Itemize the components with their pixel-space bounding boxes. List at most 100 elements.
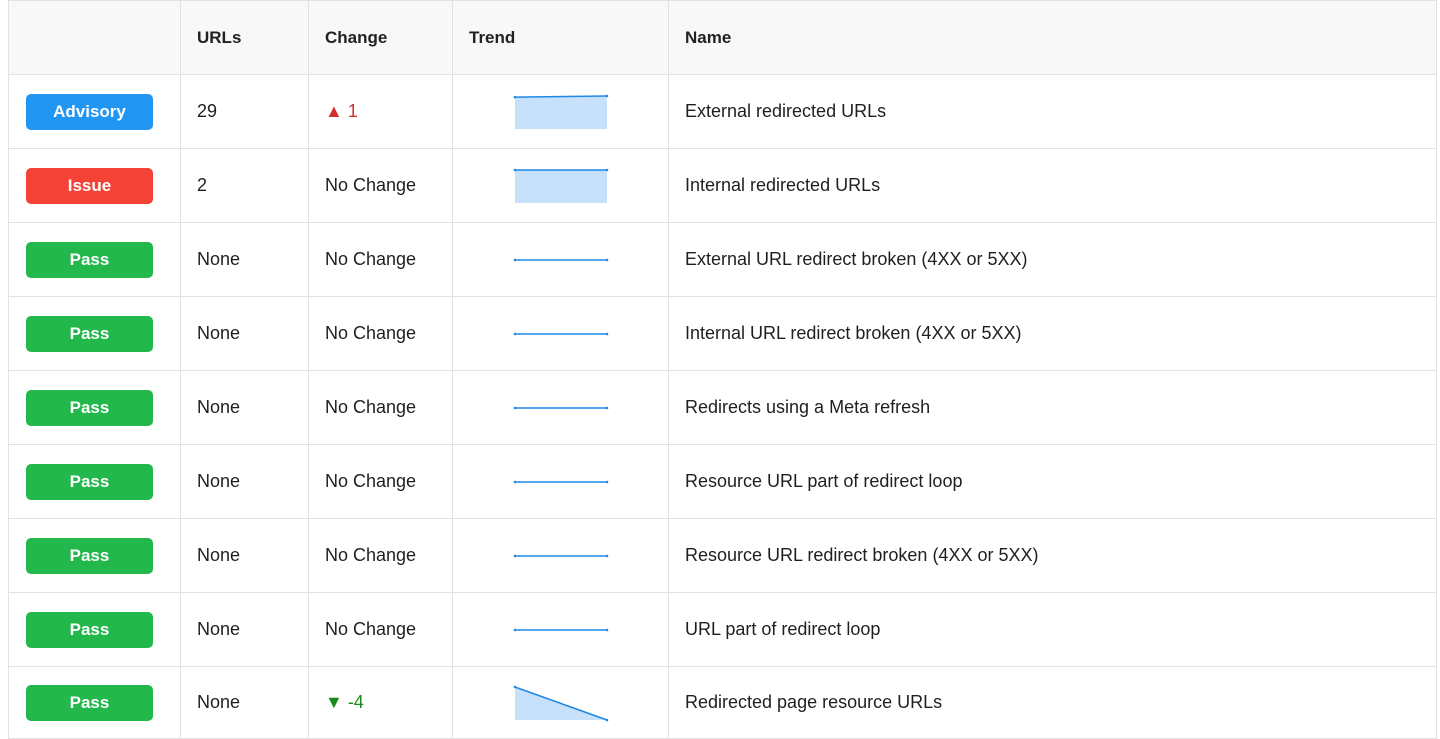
issue-name[interactable]: Resource URL part of redirect loop xyxy=(668,444,1437,519)
table-row[interactable]: Advisory 29 ▲ 1 External redirected URLs xyxy=(8,74,1437,149)
change-value: No Change xyxy=(308,296,453,371)
trend-point xyxy=(513,95,517,98)
urls-count: None xyxy=(180,222,309,297)
trend-cell xyxy=(452,74,669,149)
status-cell: Pass xyxy=(8,370,181,445)
status-badge-advisory[interactable]: Advisory xyxy=(26,93,153,130)
issue-name[interactable]: URL part of redirect loop xyxy=(668,592,1437,667)
trend-sparkline xyxy=(513,168,609,203)
urls-count: 2 xyxy=(180,148,309,223)
change-value: No Change xyxy=(308,518,453,593)
trend-point xyxy=(513,480,517,483)
status-badge-issue[interactable]: Issue xyxy=(26,167,153,204)
change-value: No Change xyxy=(308,444,453,519)
trend-point xyxy=(513,685,517,688)
table-row[interactable]: Pass None No Change URL part of redirect lo… xyxy=(8,592,1437,667)
urls-count: None xyxy=(180,518,309,593)
change-value: No Change xyxy=(308,370,453,445)
table-row[interactable]: Issue 2 No Change Internal redirected URLs xyxy=(8,148,1437,223)
trend-sparkline xyxy=(513,258,609,261)
trend-point xyxy=(605,628,609,631)
status-badge-pass[interactable]: Pass xyxy=(26,315,153,352)
status-badge-pass[interactable]: Pass xyxy=(26,241,153,278)
table-row[interactable]: Pass None No Change Resource URL redirect b… xyxy=(8,518,1437,593)
header-change[interactable]: Change xyxy=(308,0,453,75)
status-badge-pass[interactable]: Pass xyxy=(26,611,153,648)
trend-area xyxy=(515,95,607,129)
trend-point xyxy=(513,168,517,171)
trend-sparkline xyxy=(513,406,609,409)
status-cell: Issue xyxy=(8,148,181,223)
redirect-issues-table: URLs Change Trend Name Advisory 29 ▲ 1 Exte… xyxy=(8,0,1437,739)
issue-name[interactable]: External URL redirect broken (4XX or 5XX… xyxy=(668,222,1437,297)
table-row[interactable]: Pass None No Change External URL redirect b… xyxy=(8,222,1437,297)
urls-count: None xyxy=(180,296,309,371)
header-name[interactable]: Name xyxy=(668,0,1437,75)
urls-count: None xyxy=(180,666,309,739)
header-row: URLs Change Trend Name xyxy=(8,0,1437,75)
trend-cell xyxy=(452,444,669,519)
change-value: No Change xyxy=(308,592,453,667)
status-badge-pass[interactable]: Pass xyxy=(26,537,153,574)
trend-cell xyxy=(452,370,669,445)
status-badge-pass[interactable]: Pass xyxy=(26,684,153,721)
change-value: ▼ -4 xyxy=(308,666,453,739)
header-urls[interactable]: URLs xyxy=(180,0,309,75)
trend-point xyxy=(513,554,517,557)
trend-sparkline xyxy=(513,94,609,129)
status-cell: Pass xyxy=(8,666,181,739)
status-badge-pass[interactable]: Pass xyxy=(26,463,153,500)
urls-count: None xyxy=(180,444,309,519)
trend-sparkline xyxy=(513,332,609,335)
trend-cell xyxy=(452,518,669,593)
urls-count: 29 xyxy=(180,74,309,149)
trend-cell xyxy=(452,666,669,739)
trend-point xyxy=(513,332,517,335)
trend-sparkline xyxy=(513,554,609,557)
table-row[interactable]: Pass None No Change Redirects using a Meta … xyxy=(8,370,1437,445)
redirects-report: URLs Change Trend Name Advisory 29 ▲ 1 Exte… xyxy=(8,0,1437,739)
trend-sparkline xyxy=(513,628,609,631)
status-cell: Advisory xyxy=(8,74,181,149)
issue-name[interactable]: Resource URL redirect broken (4XX or 5XX… xyxy=(668,518,1437,593)
trend-point xyxy=(605,168,609,171)
header-status[interactable] xyxy=(8,0,181,75)
trend-sparkline xyxy=(513,480,609,483)
status-cell: Pass xyxy=(8,444,181,519)
issue-name[interactable]: Internal redirected URLs xyxy=(668,148,1437,223)
status-cell: Pass xyxy=(8,296,181,371)
issue-name[interactable]: External redirected URLs xyxy=(668,74,1437,149)
trend-area xyxy=(515,169,607,203)
status-cell: Pass xyxy=(8,222,181,297)
urls-count: None xyxy=(180,592,309,667)
trend-point xyxy=(513,406,517,409)
trend-point xyxy=(605,258,609,261)
status-cell: Pass xyxy=(8,592,181,667)
trend-point xyxy=(605,94,609,97)
change-value: No Change xyxy=(308,148,453,223)
trend-cell xyxy=(452,222,669,297)
trend-point xyxy=(605,332,609,335)
trend-point xyxy=(513,628,517,631)
issue-name[interactable]: Internal URL redirect broken (4XX or 5XX… xyxy=(668,296,1437,371)
table-row[interactable]: Pass None No Change Resource URL part of re… xyxy=(8,444,1437,519)
trend-cell xyxy=(452,592,669,667)
trend-point xyxy=(513,258,517,261)
issue-name[interactable]: Redirected page resource URLs xyxy=(668,666,1437,739)
trend-point xyxy=(605,406,609,409)
table-body: Advisory 29 ▲ 1 External redirected URLs Iss… xyxy=(8,74,1437,739)
urls-count: None xyxy=(180,370,309,445)
trend-cell xyxy=(452,148,669,223)
status-badge-pass[interactable]: Pass xyxy=(26,389,153,426)
table-row[interactable]: Pass None ▼ -4 Redirected page resource URL… xyxy=(8,666,1437,739)
trend-point xyxy=(605,718,609,721)
header-trend[interactable]: Trend xyxy=(452,0,669,75)
trend-cell xyxy=(452,296,669,371)
change-value: No Change xyxy=(308,222,453,297)
trend-point xyxy=(605,480,609,483)
trend-point xyxy=(605,554,609,557)
table-row[interactable]: Pass None No Change Internal URL redirect b… xyxy=(8,296,1437,371)
change-value: ▲ 1 xyxy=(308,74,453,149)
table-header: URLs Change Trend Name xyxy=(8,0,1437,75)
issue-name[interactable]: Redirects using a Meta refresh xyxy=(668,370,1437,445)
